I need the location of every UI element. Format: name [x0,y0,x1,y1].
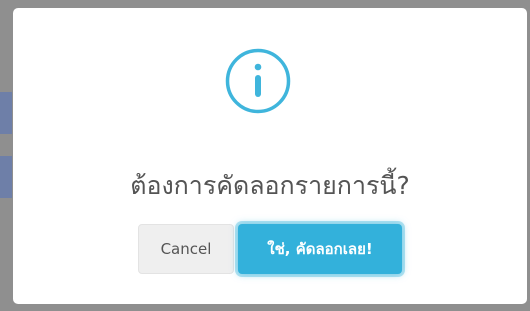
info-icon [225,48,291,114]
confirm-copy-button[interactable]: ใช่, คัดลอกเลย! [238,224,402,274]
modal-overlay: ต้องการคัดลอกรายการนี้? Cancel ใช่, คัดล… [0,0,530,311]
cancel-button[interactable]: Cancel [138,224,234,274]
background-page-element [0,156,12,198]
background-page-element [0,92,12,134]
dialog-title: ต้องการคัดลอกรายการนี้? [130,171,410,200]
dialog-actions: Cancel ใช่, คัดลอกเลย! [13,224,527,274]
confirm-dialog: ต้องการคัดลอกรายการนี้? Cancel ใช่, คัดล… [13,8,527,304]
